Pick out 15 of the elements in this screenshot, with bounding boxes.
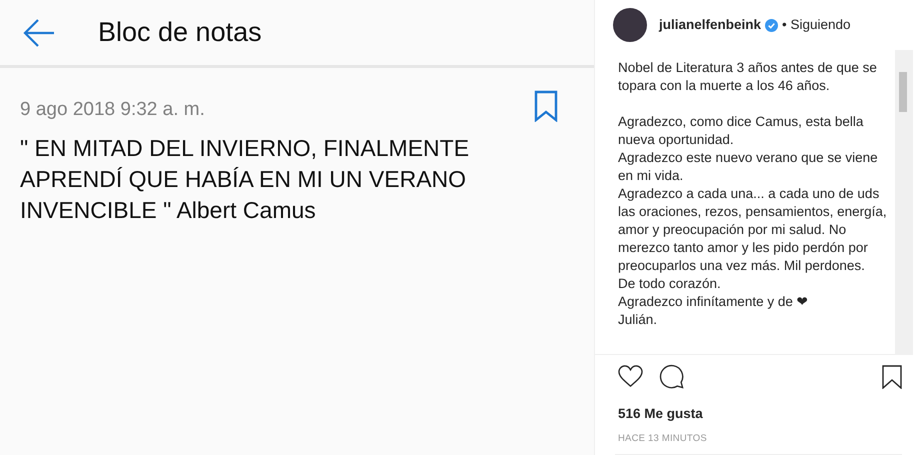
- note-text: " EN MITAD DEL INVIERNO, FINALMENTE APRENDÍ QUE HABÍA EN MI UN VERANO INVENCIBLE " Albert Camus: [19, 134, 470, 224]
- comment-icon[interactable]: [659, 364, 684, 389]
- bookmark-icon[interactable]: [882, 364, 902, 388]
- heart-icon[interactable]: [618, 365, 643, 388]
- back-arrow-icon[interactable]: [23, 16, 55, 48]
- avatar[interactable]: [613, 8, 647, 42]
- note-date: 9 ago 2018 9:32 a. m.: [20, 98, 205, 122]
- app-title: Bloc de notas: [98, 16, 262, 50]
- caption-paragraph: Nobel de Literatura 3 años antes de que se topara con la muerte a los 46 años.: [618, 59, 878, 95]
- username-link[interactable]: julianelfenbeink: [659, 14, 762, 36]
- scrollbar[interactable]: [895, 50, 913, 355]
- following-status[interactable]: • Siguiendo: [782, 14, 851, 36]
- post-time: HACE 13 MINUTOS: [617, 432, 708, 446]
- caption-paragraph: Agradezco, como dice Camus, esta bella nueva oportunidad. Agradezco este nuevo verano que se viene en mi vida. Agradezco a cada una... a cada uno de uds las oraciones, rezos, pensamientos, energía, amor y preocupación por mi salud. No merezco tanto amor y les pido perdón por preocuparlos una vez más. Mil perdones. De todo corazón. Agradezco infinítamente y de ❤ Julián.: [618, 113, 888, 329]
- likes-count[interactable]: 516 Me gusta: [595, 404, 914, 424]
